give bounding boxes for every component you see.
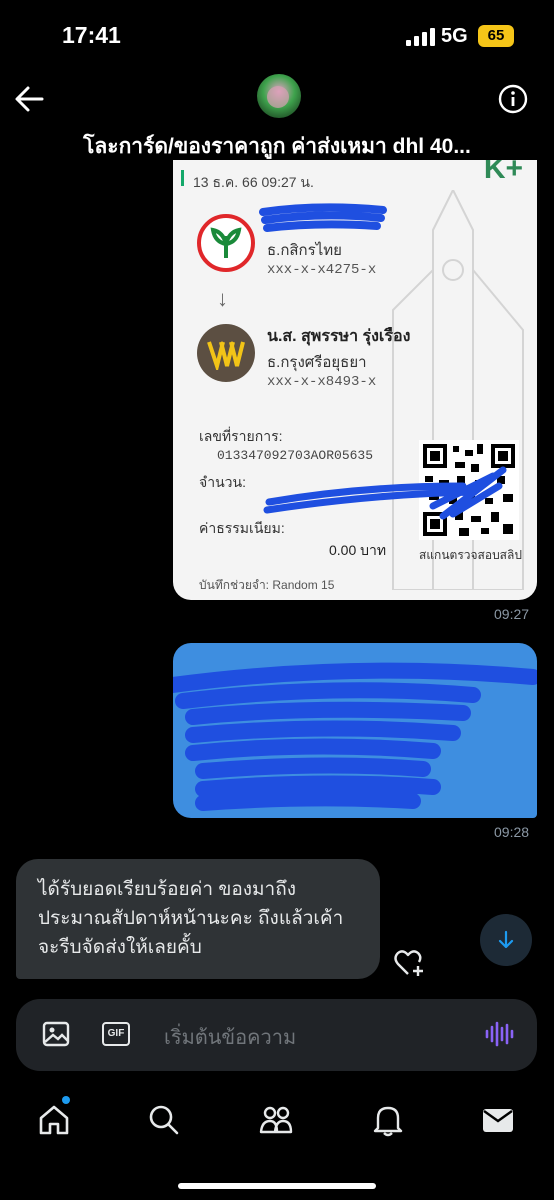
network-type: 5G [441,25,468,47]
receiver-name: น.ส. สุพรรษา รุ่งเรือง [267,328,411,345]
redaction-scribble [173,662,537,811]
back-button[interactable] [12,84,46,114]
redaction-scribble [263,466,507,520]
chat-title[interactable]: โละการ์ด/ของราคาถูก ค่าส่งเหมา dhl 40... [0,130,554,163]
tab-messages[interactable] [480,1102,516,1138]
sender-bank: ธ.กสิกรไทย [267,242,342,259]
message-input[interactable]: เริ่มต้นข้อความ [164,1021,296,1053]
transfer-slip-image[interactable]: 13 ธ.ค. 66 09:27 น. K+ ธ.กสิกรไทย xxx-x-… [173,160,537,600]
krungsri-logo [197,324,255,382]
redaction-scribble [259,203,387,232]
image-button[interactable] [42,1021,70,1052]
envelope-icon [483,1109,513,1132]
tab-communities[interactable] [258,1102,294,1138]
people-icon [259,1106,293,1134]
received-message-bubble[interactable]: ได้รับยอดเรียบร้อยค่า ของมาถึงประมาณสัปด… [16,859,380,979]
ref-label: เลขที่รายการ: [199,428,283,444]
slip-accent-bar [181,170,184,186]
home-icon [39,1105,69,1135]
image-icon [42,1021,70,1047]
message-composer: GIF เริ่มต้นข้อความ [16,999,537,1071]
status-time: 17:41 [62,22,121,48]
arrow-left-icon [15,86,44,112]
info-icon [498,84,528,114]
sent-message-bubble[interactable] [173,643,537,818]
tab-search[interactable] [146,1102,182,1138]
message-timestamp: 09:28 [494,824,530,840]
kplus-logo: K+ [483,160,523,185]
bell-icon [373,1106,403,1137]
unread-dot [62,1096,70,1104]
amount-label: จำนวน: [199,474,246,490]
arrow-down-icon [498,930,514,949]
slip-memo: บันทึกช่วยจำ: Random 15 [199,578,335,592]
receiver-account: xxx-x-x8493-x [267,374,377,390]
sender-account: xxx-x-x4275-x [267,262,377,278]
chat-header: โละการ์ด/ของราคาถูก ค่าส่งเหมา dhl 40... [0,70,554,170]
receiver-bank: ธ.กรุงศรีอยุธยา [267,354,367,371]
scroll-to-bottom-button[interactable] [480,914,532,966]
search-icon [149,1105,179,1135]
avatar[interactable] [257,74,301,118]
info-button[interactable] [498,84,528,114]
signal-icon [406,28,436,46]
message-timestamp: 09:27 [494,606,530,622]
heart-plus-icon [394,950,423,976]
slip-date: 13 ธ.ค. 66 09:27 น. [193,174,314,190]
qr-caption: สแกนตรวจสอบสลิป [419,548,522,562]
home-indicator [178,1183,376,1189]
tab-home[interactable] [36,1102,72,1138]
gif-button[interactable]: GIF [102,1022,130,1046]
voice-button[interactable] [484,1019,514,1054]
voice-wave-icon [485,1021,514,1047]
tab-notifications[interactable] [370,1102,406,1138]
fee-value: 0.00 บาท [329,542,387,558]
arrow-down-icon: ↓ [217,286,228,311]
react-button[interactable] [394,948,426,978]
kasikorn-logo [197,214,255,272]
status-bar: 17:41 5G 65 [0,0,554,70]
battery-icon: 65 [478,25,514,47]
